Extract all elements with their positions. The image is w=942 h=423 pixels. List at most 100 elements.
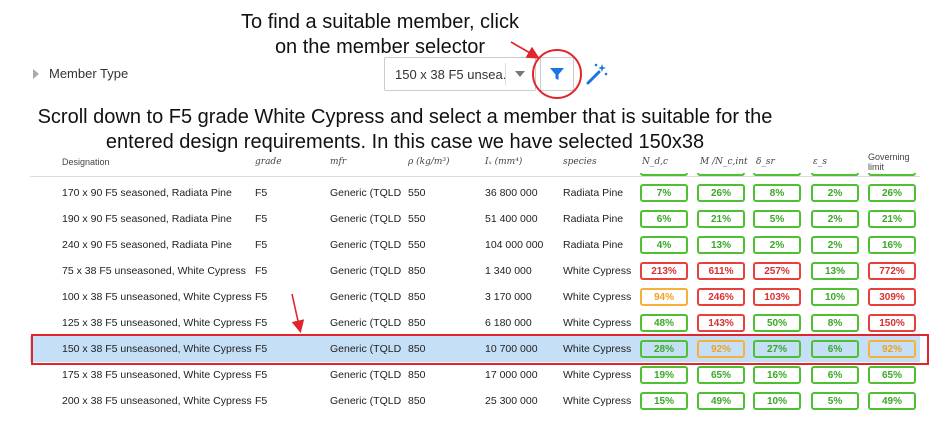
cell-mfr: Generic (TQLD xyxy=(330,213,402,225)
utilization-badge: 21% xyxy=(868,210,916,228)
utilization-badge: 6% xyxy=(811,366,859,384)
header-ix[interactable]: Iₓ (mm⁴) xyxy=(485,150,522,174)
header-governing-line2: limit xyxy=(868,162,884,172)
cell-grade: F5 xyxy=(255,213,268,225)
cell-species: Radiata Pine xyxy=(563,239,624,251)
cell-designation: 190 x 90 F5 seasoned, Radiata Pine xyxy=(62,213,232,225)
cell-mfr: Generic (TQLD xyxy=(330,369,402,381)
cell-grade: F5 xyxy=(255,239,268,251)
utilization-badge: 8% xyxy=(811,314,859,332)
utilization-badge: 49% xyxy=(697,392,745,410)
utilization-badge: 143% xyxy=(697,314,745,332)
header-mnc[interactable]: M /N_c,int xyxy=(700,150,748,174)
utilization-badge: 26% xyxy=(697,184,745,202)
utilization-badge: 49% xyxy=(868,392,916,410)
utilization-badge: 611% xyxy=(697,262,745,280)
cell-designation: 100 x 38 F5 unseasoned, White Cypress xyxy=(62,291,252,303)
chevron-down-icon[interactable] xyxy=(515,71,525,77)
cell-species: Radiata Pine xyxy=(563,213,624,225)
utilization-badge: 309% xyxy=(868,288,916,306)
badge-remnant xyxy=(640,173,688,176)
header-mfr[interactable]: mfr xyxy=(330,150,346,174)
badge-remnant xyxy=(697,173,745,176)
cell-rho: 850 xyxy=(408,369,426,381)
cell-rho: 850 xyxy=(408,265,426,277)
cell-species: White Cypress xyxy=(563,369,632,381)
utilization-badge: 257% xyxy=(753,262,801,280)
table-row[interactable]: 170 x 90 F5 seasoned, Radiata Pine F5 Gene… xyxy=(30,180,920,206)
cell-rho: 850 xyxy=(408,395,426,407)
table-row[interactable]: 100 x 38 F5 unseasoned, White Cypress F5 G… xyxy=(30,284,920,310)
badge-remnant xyxy=(811,173,859,176)
header-species[interactable]: species xyxy=(563,150,597,174)
utilization-badge: 10% xyxy=(811,288,859,306)
header-designation[interactable]: Designation xyxy=(62,150,110,174)
cell-designation: 170 x 90 F5 seasoned, Radiata Pine xyxy=(62,187,232,199)
annotation-selected-row-box xyxy=(31,334,929,365)
cell-designation: 200 x 38 F5 unseasoned, White Cypress xyxy=(62,395,252,407)
utilization-badge: 13% xyxy=(697,236,745,254)
table-row[interactable]: 175 x 38 F5 unseasoned, White Cypress F5 G… xyxy=(30,362,920,388)
utilization-badge: 50% xyxy=(753,314,801,332)
utilization-badge: 21% xyxy=(697,210,745,228)
utilization-badge: 772% xyxy=(868,262,916,280)
table-row[interactable]: 190 x 90 F5 seasoned, Radiata Pine F5 Gene… xyxy=(30,206,920,232)
table-row[interactable]: 200 x 38 F5 unseasoned, White Cypress F5 G… xyxy=(30,388,920,414)
magic-wand-icon[interactable] xyxy=(585,62,609,86)
cell-ix: 51 400 000 xyxy=(485,213,538,225)
table-row[interactable]: 125 x 38 F5 unseasoned, White Cypress F5 G… xyxy=(30,310,920,336)
cell-ix: 6 180 000 xyxy=(485,317,532,329)
cell-species: Radiata Pine xyxy=(563,187,624,199)
utilization-badge: 8% xyxy=(753,184,801,202)
member-select[interactable]: 150 x 38 F5 unsea... xyxy=(384,57,536,91)
header-ndc[interactable]: N_d,c xyxy=(642,150,668,174)
cell-species: White Cypress xyxy=(563,395,632,407)
utilization-badge: 19% xyxy=(640,366,688,384)
cell-grade: F5 xyxy=(255,265,268,277)
header-dsr[interactable]: δ_sr xyxy=(756,150,775,174)
cell-ix: 104 000 000 xyxy=(485,239,544,251)
utilization-badge: 16% xyxy=(868,236,916,254)
utilization-badge: 16% xyxy=(753,366,801,384)
cell-ix: 3 170 000 xyxy=(485,291,532,303)
header-density[interactable]: ρ (kg/m³) xyxy=(408,150,450,174)
table-row[interactable]: 75 x 38 F5 unseasoned, White Cypress F5 Ge… xyxy=(30,258,920,284)
cell-mfr: Generic (TQLD xyxy=(330,395,402,407)
member-table-body: 170 x 90 F5 seasoned, Radiata Pine F5 Gene… xyxy=(30,180,920,414)
header-governing-limit[interactable]: Governing limit xyxy=(868,150,910,174)
cell-grade: F5 xyxy=(255,317,268,329)
utilization-badge: 7% xyxy=(640,184,688,202)
utilization-badge: 94% xyxy=(640,288,688,306)
utilization-badge: 10% xyxy=(753,392,801,410)
utilization-badge: 65% xyxy=(868,366,916,384)
member-type-row[interactable]: Member Type xyxy=(33,66,128,81)
utilization-badge: 5% xyxy=(811,392,859,410)
cell-rho: 550 xyxy=(408,239,426,251)
cell-rho: 550 xyxy=(408,187,426,199)
cell-rho: 550 xyxy=(408,213,426,225)
cell-mfr: Generic (TQLD xyxy=(330,239,402,251)
table-header: Designation grade mfr ρ (kg/m³) Iₓ (mm⁴)… xyxy=(30,150,920,174)
header-grade[interactable]: grade xyxy=(255,150,282,174)
scrolled-row-remnants xyxy=(30,173,920,176)
select-separator xyxy=(505,63,506,85)
cell-designation: 240 x 90 F5 seasoned, Radiata Pine xyxy=(62,239,232,251)
utilization-badge: 103% xyxy=(753,288,801,306)
cell-rho: 850 xyxy=(408,317,426,329)
cell-species: White Cypress xyxy=(563,265,632,277)
cell-mfr: Generic (TQLD xyxy=(330,265,402,277)
cell-designation: 125 x 38 F5 unseasoned, White Cypress xyxy=(62,317,252,329)
badge-remnant xyxy=(868,173,916,176)
cell-ix: 1 340 000 xyxy=(485,265,532,277)
utilization-badge: 26% xyxy=(868,184,916,202)
cell-species: White Cypress xyxy=(563,291,632,303)
annotation-instruction-top: To find a suitable member, click on the … xyxy=(230,10,530,60)
cell-mfr: Generic (TQLD xyxy=(330,187,402,199)
table-row[interactable]: 240 x 90 F5 seasoned, Radiata Pine F5 Gene… xyxy=(30,232,920,258)
utilization-badge: 13% xyxy=(811,262,859,280)
cell-grade: F5 xyxy=(255,291,268,303)
expand-triangle-icon[interactable] xyxy=(33,68,39,79)
header-es[interactable]: ε_s xyxy=(813,150,827,174)
utilization-badge: 150% xyxy=(868,314,916,332)
header-divider xyxy=(30,176,920,177)
